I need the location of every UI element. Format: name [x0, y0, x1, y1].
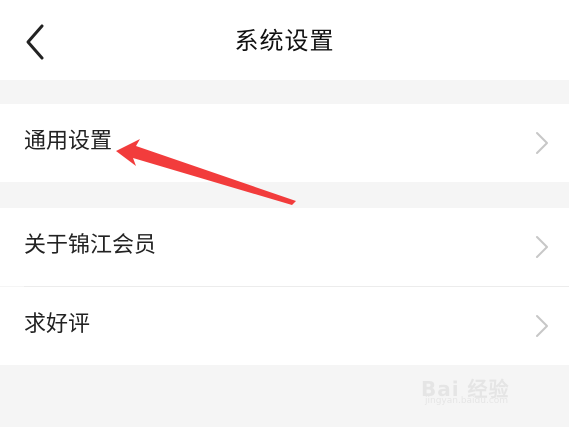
menu-item-general-settings[interactable]: 通用设置	[0, 104, 569, 182]
chevron-right-icon	[536, 236, 548, 258]
header-bar: 系统设置	[0, 0, 569, 80]
rate-us-label: 求好评	[24, 312, 91, 337]
general-settings-label: 通用设置	[24, 129, 113, 154]
menu-item-about-member[interactable]: 关于锦江会员	[0, 208, 569, 286]
watermark-url: jingyan.baidu.com	[425, 396, 509, 406]
about-member-label: 关于锦江会员	[24, 233, 157, 258]
chevron-right-icon	[536, 132, 548, 154]
system-settings-screen: 系统设置 通用设置 关于锦江会员 求好评 Bai 经验 jingyan.baid…	[0, 0, 569, 427]
baidu-watermark: Bai 经验 jingyan.baidu.com	[421, 369, 541, 409]
page-title: 系统设置	[234, 27, 335, 55]
menu-item-rate-us[interactable]: 求好评	[0, 287, 569, 365]
chevron-right-icon	[536, 315, 548, 337]
